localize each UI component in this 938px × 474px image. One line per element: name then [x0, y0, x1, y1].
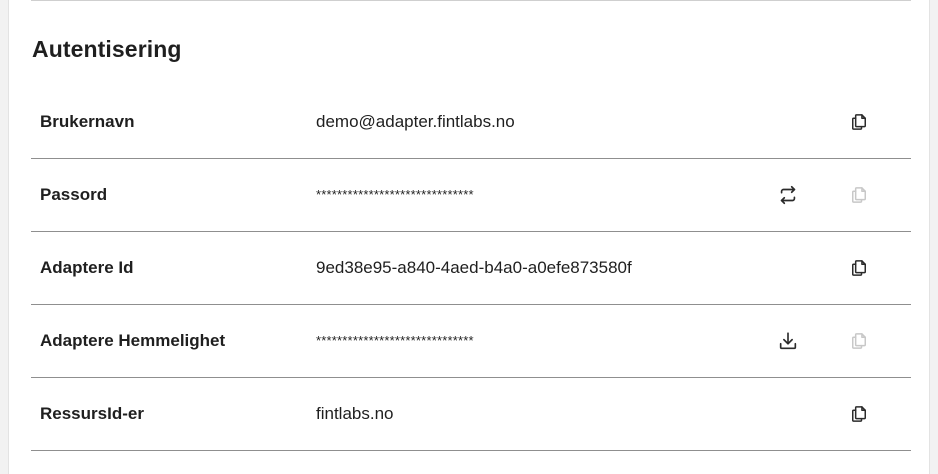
row-value-masked: ******************************	[316, 333, 474, 348]
copy-resource-ids-button[interactable]	[847, 402, 871, 426]
download-secret-button[interactable]	[776, 329, 800, 353]
section-title: Autentisering	[32, 36, 182, 62]
top-divider	[31, 0, 911, 1]
row-label: Adaptere Hemmelighet	[40, 331, 226, 350]
download-icon	[779, 332, 797, 350]
credentials-list: Brukernavn demo@adapter.fintlabs.no Pass…	[31, 86, 911, 451]
copy-icon	[852, 187, 866, 203]
row-label: Brukernavn	[40, 112, 135, 131]
copy-icon	[852, 260, 866, 276]
copy-secret-button[interactable]	[847, 329, 871, 353]
copy-icon	[852, 333, 866, 349]
copy-password-button[interactable]	[847, 183, 871, 207]
copy-icon	[852, 406, 866, 422]
copy-username-button[interactable]	[847, 110, 871, 134]
row-value: 9ed38e95-a840-4aed-b4a0-a0efe873580f	[316, 258, 632, 277]
refresh-icon	[780, 185, 796, 205]
row-label: Passord	[40, 185, 108, 204]
row-value: fintlabs.no	[316, 404, 394, 423]
credential-row-adapter-id: Adaptere Id 9ed38e95-a840-4aed-b4a0-a0ef…	[31, 232, 911, 305]
credential-row-adapter-secret: Adaptere Hemmelighet *******************…	[31, 305, 911, 378]
authentication-card: Autentisering Brukernavn demo@adapter.fi…	[8, 0, 930, 474]
copy-icon	[852, 114, 866, 130]
row-label: Adaptere Id	[40, 258, 134, 277]
row-value: demo@adapter.fintlabs.no	[316, 112, 515, 131]
row-value-masked: ******************************	[316, 187, 474, 202]
credential-row-resource-ids: RessursId-er fintlabs.no	[31, 378, 911, 451]
credential-row-username: Brukernavn demo@adapter.fintlabs.no	[31, 86, 911, 159]
copy-adapter-id-button[interactable]	[847, 256, 871, 280]
row-label: RessursId-er	[40, 404, 144, 423]
reset-password-button[interactable]	[776, 183, 800, 207]
credential-row-password: Passord ******************************	[31, 159, 911, 232]
